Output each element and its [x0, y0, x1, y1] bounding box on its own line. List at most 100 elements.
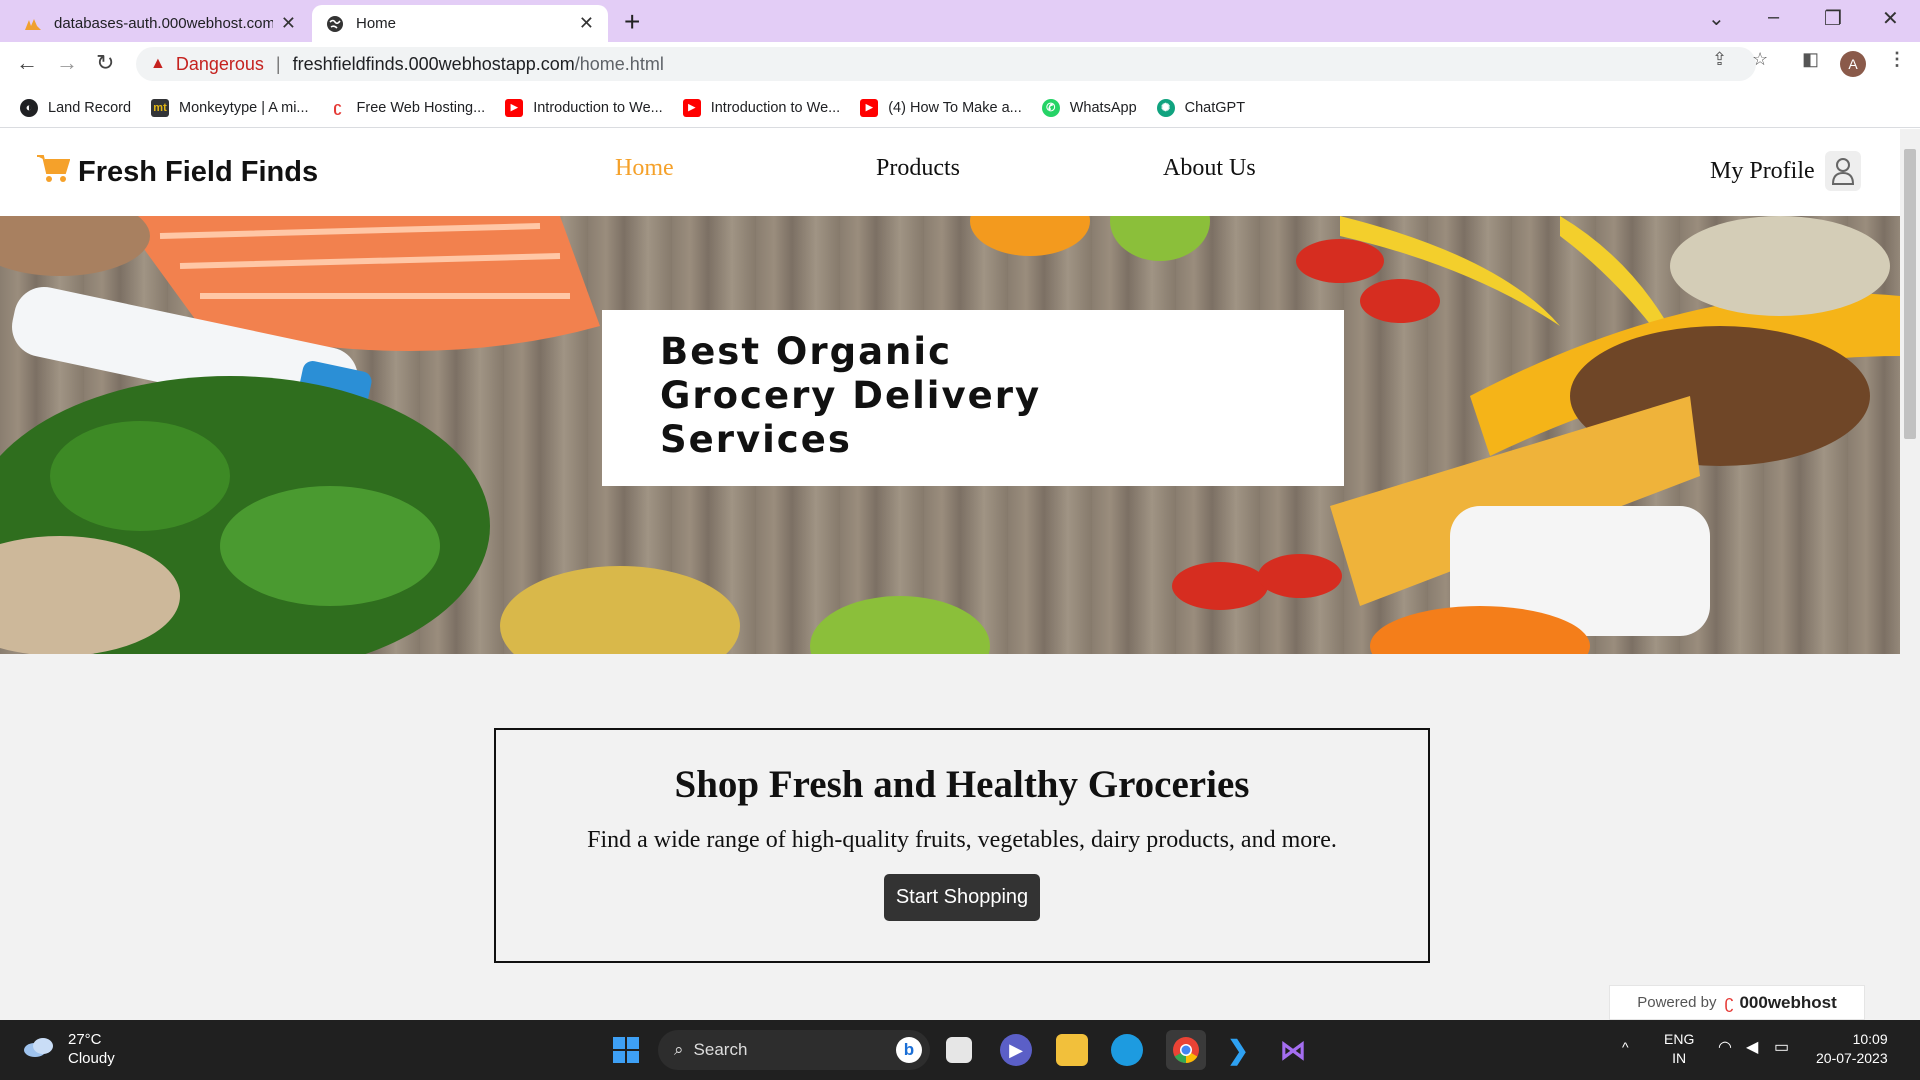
- url-path: /home.html: [574, 53, 664, 74]
- promo-section: Shop Fresh and Healthy Groceries Find a …: [494, 728, 1430, 963]
- nav-products[interactable]: Products: [876, 155, 960, 182]
- wifi-icon[interactable]: ◠: [1718, 1038, 1732, 1057]
- bookmark-label: ChatGPT: [1184, 99, 1246, 116]
- site-logo[interactable]: Fresh Field Finds: [36, 153, 318, 191]
- bookmarks-bar: ◐ Land Record mt Monkeytype | A mi... ʗ …: [0, 88, 1920, 128]
- address-bar[interactable]: ▲ Dangerous | freshfieldfinds.000webhost…: [136, 47, 1756, 81]
- 000webhost-logo-icon: ʗ: [1724, 992, 1734, 1012]
- search-icon: ⌕: [674, 1040, 684, 1059]
- teams-chat-icon[interactable]: ▶: [1000, 1034, 1032, 1066]
- bookmark-label: Introduction to We...: [533, 99, 663, 116]
- share-icon[interactable]: ⇪: [1712, 49, 1727, 70]
- minimize-icon[interactable]: –: [1768, 6, 1779, 29]
- youtube-icon: ▶: [860, 98, 879, 117]
- bookmark-label: Introduction to We...: [710, 99, 841, 116]
- edge-icon[interactable]: [1111, 1034, 1143, 1066]
- security-status[interactable]: Dangerous: [176, 54, 264, 75]
- language-region: IN: [1672, 1050, 1687, 1066]
- menu-kebab-icon[interactable]: ⋮: [1888, 49, 1906, 70]
- warning-icon[interactable]: ▲: [150, 55, 166, 73]
- bookmark-introduction-2[interactable]: ▶ Introduction to We...: [682, 98, 841, 117]
- bookmark-monkeytype[interactable]: mt Monkeytype | A mi...: [151, 98, 309, 117]
- taskbar-search[interactable]: ⌕ Search b: [658, 1030, 930, 1070]
- separator: |: [275, 53, 281, 74]
- show-hidden-icons-chevron[interactable]: ^: [1622, 1038, 1629, 1057]
- clock-date: 20-07-2023: [1816, 1050, 1888, 1066]
- tab-search-chevron-icon[interactable]: ⌄: [1708, 6, 1725, 31]
- tab-title: databases-auth.000webhost.com: [54, 15, 273, 32]
- forward-icon[interactable]: →: [56, 50, 78, 76]
- globe-icon: ◐: [20, 98, 38, 117]
- vscode-icon[interactable]: ❯: [1222, 1034, 1254, 1066]
- bookmark-how-to-make[interactable]: ▶ (4) How To Make a...: [860, 98, 1022, 117]
- my-profile-link[interactable]: My Profile: [1710, 151, 1861, 191]
- powered-by-badge[interactable]: Powered by ʗ 000webhost: [1609, 985, 1865, 1020]
- phpmyadmin-icon: [24, 15, 42, 33]
- brand-name: Fresh Field Finds: [78, 155, 319, 188]
- monkeytype-icon: mt: [151, 98, 170, 117]
- scrollbar-thumb[interactable]: [1904, 149, 1916, 439]
- bing-icon: b: [896, 1037, 922, 1063]
- nav-home[interactable]: Home: [615, 155, 674, 182]
- profile-label: My Profile: [1710, 157, 1815, 184]
- youtube-icon: ▶: [505, 98, 524, 117]
- battery-icon[interactable]: ▭: [1774, 1038, 1789, 1057]
- profile-avatar[interactable]: A: [1840, 51, 1866, 77]
- 000webhost-icon: ʗ: [328, 98, 347, 117]
- bookmark-free-web-hosting[interactable]: ʗ Free Web Hosting...: [328, 98, 485, 117]
- bookmark-chatgpt[interactable]: ✺ ChatGPT: [1156, 98, 1246, 117]
- weather-condition: Cloudy: [68, 1050, 115, 1067]
- visual-studio-icon[interactable]: ⋈: [1277, 1034, 1309, 1066]
- browser-tab-bar: databases-auth.000webhost.com ✕ Home ✕ +…: [0, 0, 1920, 42]
- browser-toolbar: ← → ↻ ▲ Dangerous | freshfieldfinds.000w…: [0, 42, 1920, 88]
- bookmark-label: Monkeytype | A mi...: [179, 99, 309, 116]
- back-icon[interactable]: ←: [16, 50, 38, 76]
- page-scrollbar[interactable]: [1900, 129, 1920, 1020]
- url-host: freshfieldfinds.000webhostapp.com: [292, 53, 575, 74]
- bookmark-whatsapp[interactable]: ✆ WhatsApp: [1041, 98, 1137, 117]
- powered-prefix: Powered by: [1637, 994, 1717, 1011]
- shopping-cart-icon: [36, 153, 71, 191]
- tab-databases-auth[interactable]: databases-auth.000webhost.com ✕: [10, 5, 310, 42]
- taskbar-search-label: Search: [693, 1040, 748, 1059]
- close-window-icon[interactable]: ✕: [1882, 6, 1899, 31]
- promo-description: Find a wide range of high-quality fruits…: [587, 827, 1337, 853]
- bookmark-label: (4) How To Make a...: [888, 99, 1022, 116]
- tab-home[interactable]: Home ✕: [312, 5, 608, 42]
- bookmark-label: WhatsApp: [1069, 99, 1137, 116]
- bookmark-land-record[interactable]: ◐ Land Record: [20, 98, 132, 117]
- windows-start-icon[interactable]: [610, 1034, 642, 1066]
- tab-title: Home: [356, 15, 397, 32]
- chrome-icon[interactable]: [1166, 1030, 1206, 1070]
- start-shopping-button[interactable]: Start Shopping: [883, 874, 1041, 921]
- nav-about-us[interactable]: About Us: [1163, 155, 1256, 182]
- close-tab-icon[interactable]: ✕: [281, 13, 296, 34]
- site-header: Fresh Field Finds Home Products About Us…: [0, 129, 1900, 216]
- youtube-icon: ▶: [682, 98, 701, 117]
- volume-icon[interactable]: ◀: [1746, 1038, 1758, 1057]
- whatsapp-icon: ✆: [1041, 98, 1060, 117]
- language-code: ENG: [1664, 1031, 1695, 1047]
- system-clock[interactable]: 10:09 20-07-2023: [1816, 1030, 1888, 1068]
- hero-banner: Best Organic Grocery Delivery Services: [0, 216, 1900, 654]
- bookmark-star-icon[interactable]: ☆: [1752, 49, 1768, 70]
- hero-headline-box: Best Organic Grocery Delivery Services: [602, 310, 1344, 486]
- language-indicator[interactable]: ENG IN: [1664, 1030, 1694, 1068]
- bookmark-label: Land Record: [48, 99, 132, 116]
- windows-taskbar: 27°C Cloudy ⌕ Search b ▶ ❯ ⋈ ^ ENG IN ◠ …: [0, 1020, 1920, 1080]
- powered-brand: 000webhost: [1739, 992, 1837, 1012]
- bookmark-introduction-1[interactable]: ▶ Introduction to We...: [505, 98, 663, 117]
- clock-time: 10:09: [1852, 1031, 1888, 1047]
- reload-icon[interactable]: ↻: [96, 50, 114, 76]
- task-view-icon[interactable]: [946, 1037, 972, 1063]
- chatgpt-icon: ✺: [1156, 98, 1175, 117]
- hero-headline: Best Organic Grocery Delivery Services: [660, 330, 1042, 461]
- weather-widget[interactable]: 27°C Cloudy: [22, 1030, 115, 1068]
- side-panel-icon[interactable]: ◧: [1802, 49, 1819, 70]
- page-viewport: Fresh Field Finds Home Products About Us…: [0, 129, 1900, 1020]
- close-tab-icon[interactable]: ✕: [579, 13, 594, 34]
- new-tab-icon[interactable]: +: [624, 6, 640, 38]
- restore-icon[interactable]: ❐: [1824, 6, 1842, 31]
- file-explorer-icon[interactable]: [1056, 1034, 1088, 1066]
- weather-temp: 27°C: [68, 1031, 102, 1048]
